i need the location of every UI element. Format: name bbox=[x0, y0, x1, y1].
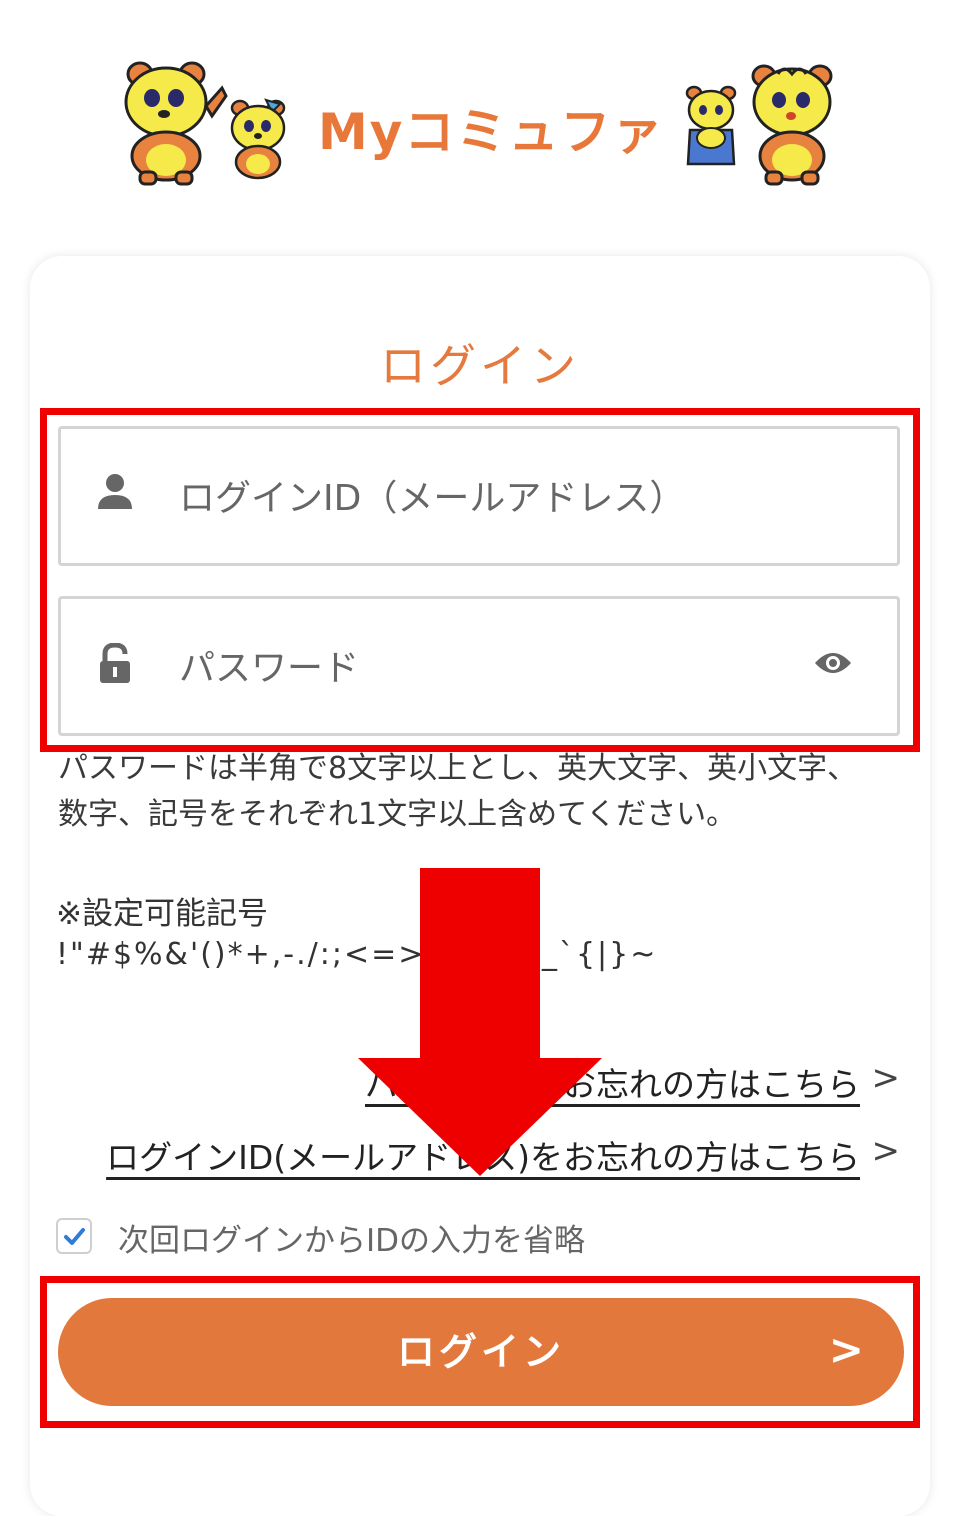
mascot-left-large bbox=[124, 61, 228, 186]
remember-id-checkbox[interactable] bbox=[56, 1218, 92, 1254]
check-icon bbox=[64, 1228, 85, 1245]
chevron-right-icon: > bbox=[871, 1131, 901, 1171]
header: Myコミュファ bbox=[0, 0, 960, 230]
chevron-right-icon: > bbox=[871, 1058, 901, 1098]
password-hint: パスワードは半角で8文字以上とし、英大文字、英小文字、数字、記号をそれぞれ1文字… bbox=[58, 751, 858, 832]
highlight-credentials-box bbox=[40, 408, 920, 752]
down-arrow-icon bbox=[358, 868, 602, 1176]
logo-text: Myコミュファ bbox=[318, 103, 665, 161]
highlight-login-button-box bbox=[40, 1276, 920, 1428]
mascot-right-small bbox=[685, 85, 737, 166]
mascot-left-small bbox=[230, 98, 286, 180]
remember-id-label: 次回ログインからIDの入力を省略 bbox=[118, 1223, 586, 1259]
page-title: ログイン bbox=[380, 339, 580, 393]
mascot-right-large bbox=[751, 64, 833, 186]
allowed-symbols-title: ※設定可能記号 bbox=[56, 896, 268, 932]
